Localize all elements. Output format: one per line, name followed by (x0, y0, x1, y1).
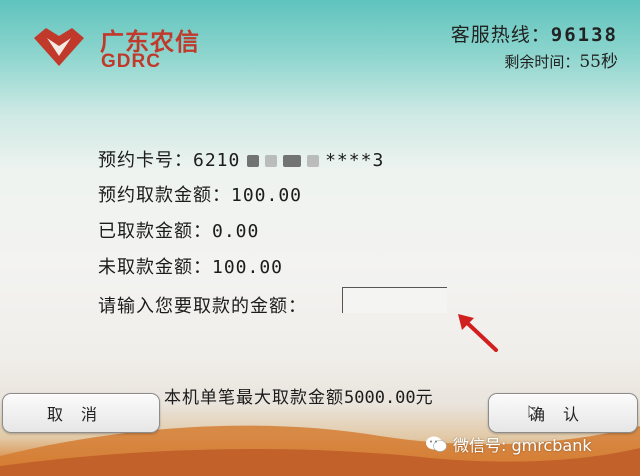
card-number-row: 预约卡号：6210 ****3 (98, 146, 384, 172)
pending-amount-row: 未取款金额：100.00 (98, 253, 283, 279)
redaction-mark (307, 155, 320, 167)
withdrawn-amount-label: 已取款金额： (98, 221, 212, 242)
remaining-time: 剩余时间：55秒 (504, 47, 618, 72)
remaining-time-label: 剩余时间： (504, 53, 580, 71)
redaction-mark (265, 155, 278, 167)
mouse-cursor-icon (528, 405, 538, 419)
pointer-arrow-icon (458, 314, 498, 352)
hotline: 客服热线：96138 (451, 20, 618, 47)
reserved-amount-value: 100.00 (231, 185, 303, 206)
wechat-watermark: 微信号: gmrcbank (425, 432, 592, 456)
wechat-icon (426, 436, 447, 452)
withdrawn-amount-row: 已取款金额：0.00 (98, 217, 259, 243)
reserved-amount-row: 预约取款金额：100.00 (98, 181, 302, 207)
card-number-prefix: 6210 (193, 150, 241, 171)
bank-name-en: GDRC (101, 51, 161, 72)
atm-screen: 广东农信 GDRC 客服热线：96138 剩余时间：55秒 预约卡号：6210 … (0, 0, 640, 476)
reserved-amount-label: 预约取款金额： (98, 185, 231, 206)
hotline-number: 96138 (550, 24, 618, 46)
withdrawn-amount-value: 0.00 (212, 221, 260, 242)
watermark-text: 微信号: gmrcbank (453, 436, 592, 455)
redaction-mark (247, 155, 260, 167)
max-withdraw-prefix: 本机单笔最大取款金额 (164, 388, 344, 408)
cancel-button[interactable]: 取消 (2, 393, 160, 433)
card-number-tail: ****3 (325, 150, 385, 171)
redaction-mark (283, 155, 302, 167)
pending-amount-label: 未取款金额： (98, 257, 212, 278)
card-number-label: 预约卡号： (98, 150, 193, 171)
hotline-label: 客服热线： (450, 24, 551, 46)
max-withdraw-amount: 5000.00 (344, 388, 416, 408)
amount-prompt-label: 请输入您要取款的金额： (98, 296, 307, 317)
remaining-time-value: 55秒 (579, 52, 618, 72)
max-withdraw-note: 本机单笔最大取款金额5000.00元 (164, 383, 434, 408)
gdrc-logo-icon (34, 28, 84, 66)
pending-amount-value: 100.00 (212, 257, 284, 278)
withdraw-amount-input[interactable] (342, 287, 447, 313)
confirm-button[interactable]: 确认 (488, 393, 638, 433)
max-withdraw-suffix: 元 (415, 388, 434, 408)
